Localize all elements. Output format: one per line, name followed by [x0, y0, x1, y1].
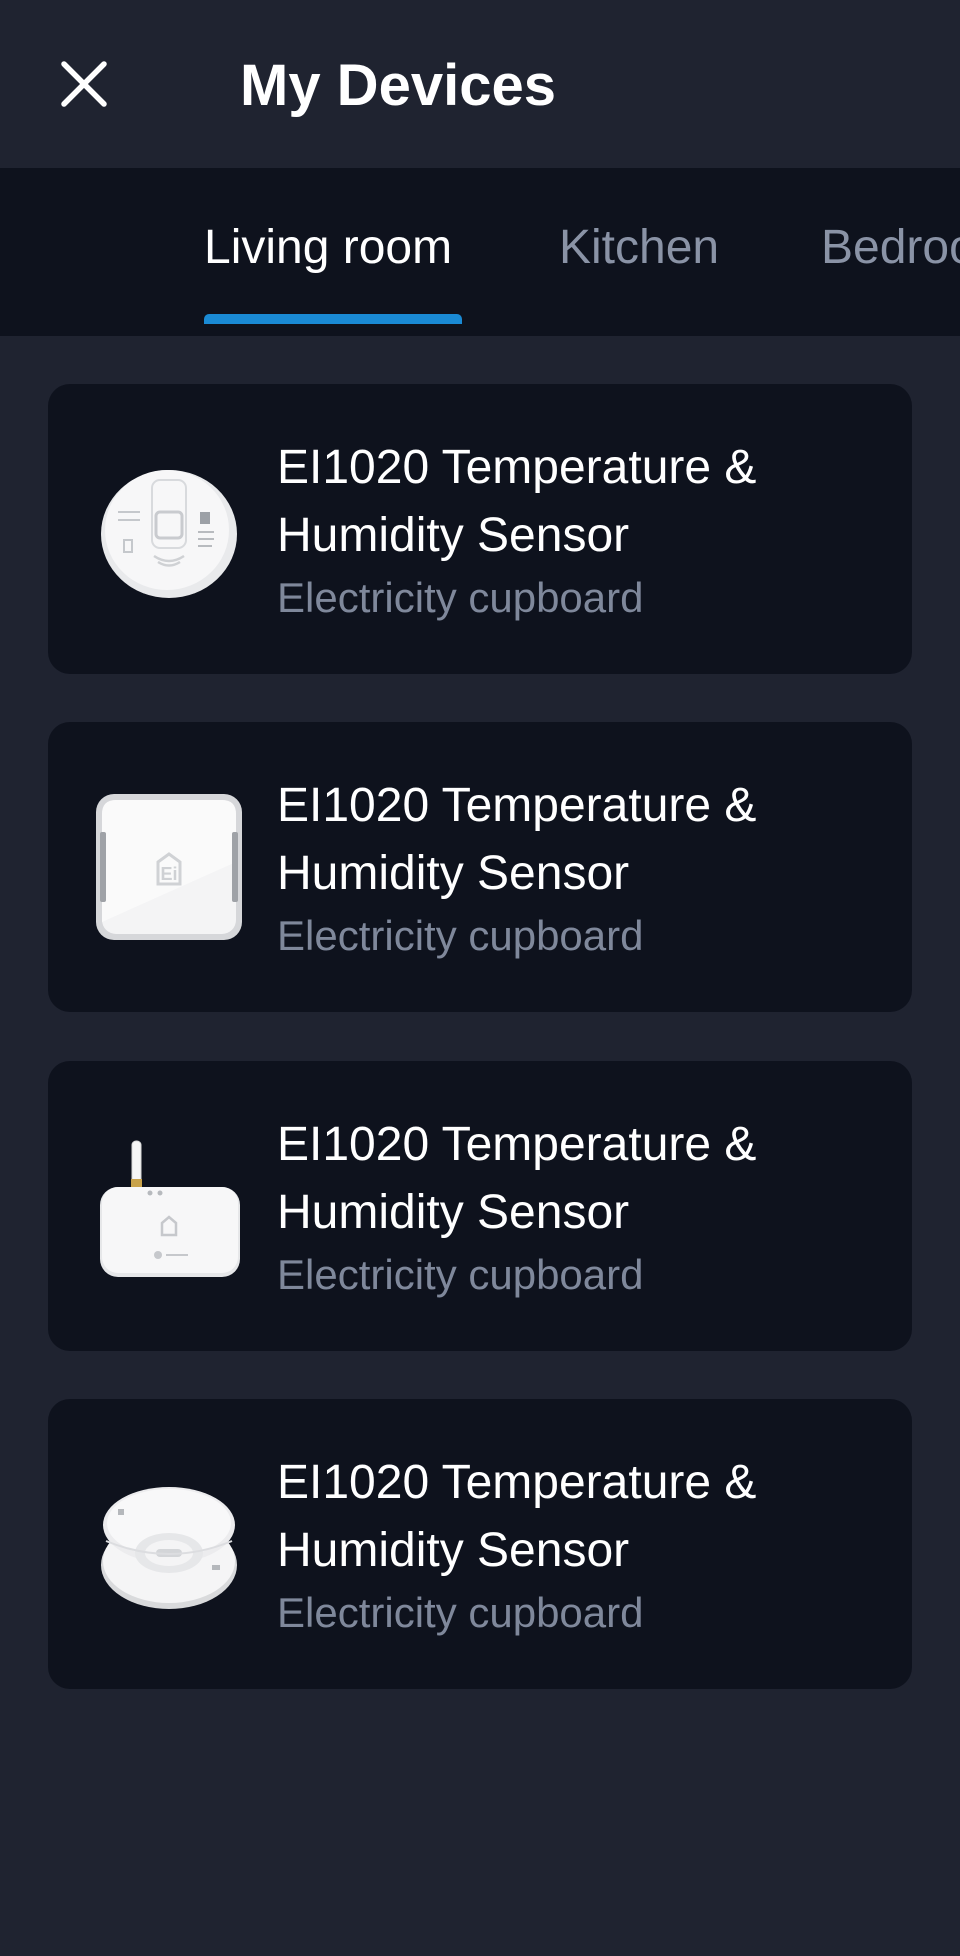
device-card[interactable]: EI1020 Temperature & Humidity Sensor Ele…	[48, 384, 912, 674]
svg-text:Ei: Ei	[160, 864, 177, 884]
tab-bedroom[interactable]: Bedroom	[821, 220, 960, 276]
device-name: EI1020 Temperature & Humidity Sensor	[277, 1456, 757, 1577]
device-location: Electricity cupboard	[277, 1589, 644, 1636]
device-card[interactable]: EI1020 Temperature & Humidity Sensor Ele…	[48, 1061, 912, 1351]
active-tab-indicator	[204, 314, 462, 324]
device-card[interactable]: Ei EI1020 Temperature & Humidity Sensor …	[48, 722, 912, 1012]
room-tabs: Living room Kitchen Bedroom	[0, 168, 960, 336]
device-location: Electricity cupboard	[277, 574, 644, 621]
header: My Devices	[0, 0, 960, 168]
close-button[interactable]	[44, 44, 124, 124]
device-card[interactable]: EI1020 Temperature & Humidity Sensor Ele…	[48, 1399, 912, 1689]
device-name: EI1020 Temperature & Humidity Sensor	[277, 779, 757, 900]
round-sensor-icon	[101, 470, 237, 598]
square-sensor-icon: Ei	[96, 794, 242, 940]
page-title: My Devices	[240, 53, 556, 118]
smoke-alarm-icon	[101, 1487, 237, 1609]
device-location: Electricity cupboard	[277, 912, 644, 959]
tab-kitchen[interactable]: Kitchen	[559, 220, 719, 276]
device-name: EI1020 Temperature & Humidity Sensor	[277, 1118, 757, 1239]
device-location: Electricity cupboard	[277, 1251, 644, 1298]
device-name: EI1020 Temperature & Humidity Sensor	[277, 441, 757, 562]
close-icon	[61, 61, 107, 107]
gateway-hub-icon	[100, 1140, 240, 1277]
tab-living-room[interactable]: Living room	[204, 220, 452, 276]
